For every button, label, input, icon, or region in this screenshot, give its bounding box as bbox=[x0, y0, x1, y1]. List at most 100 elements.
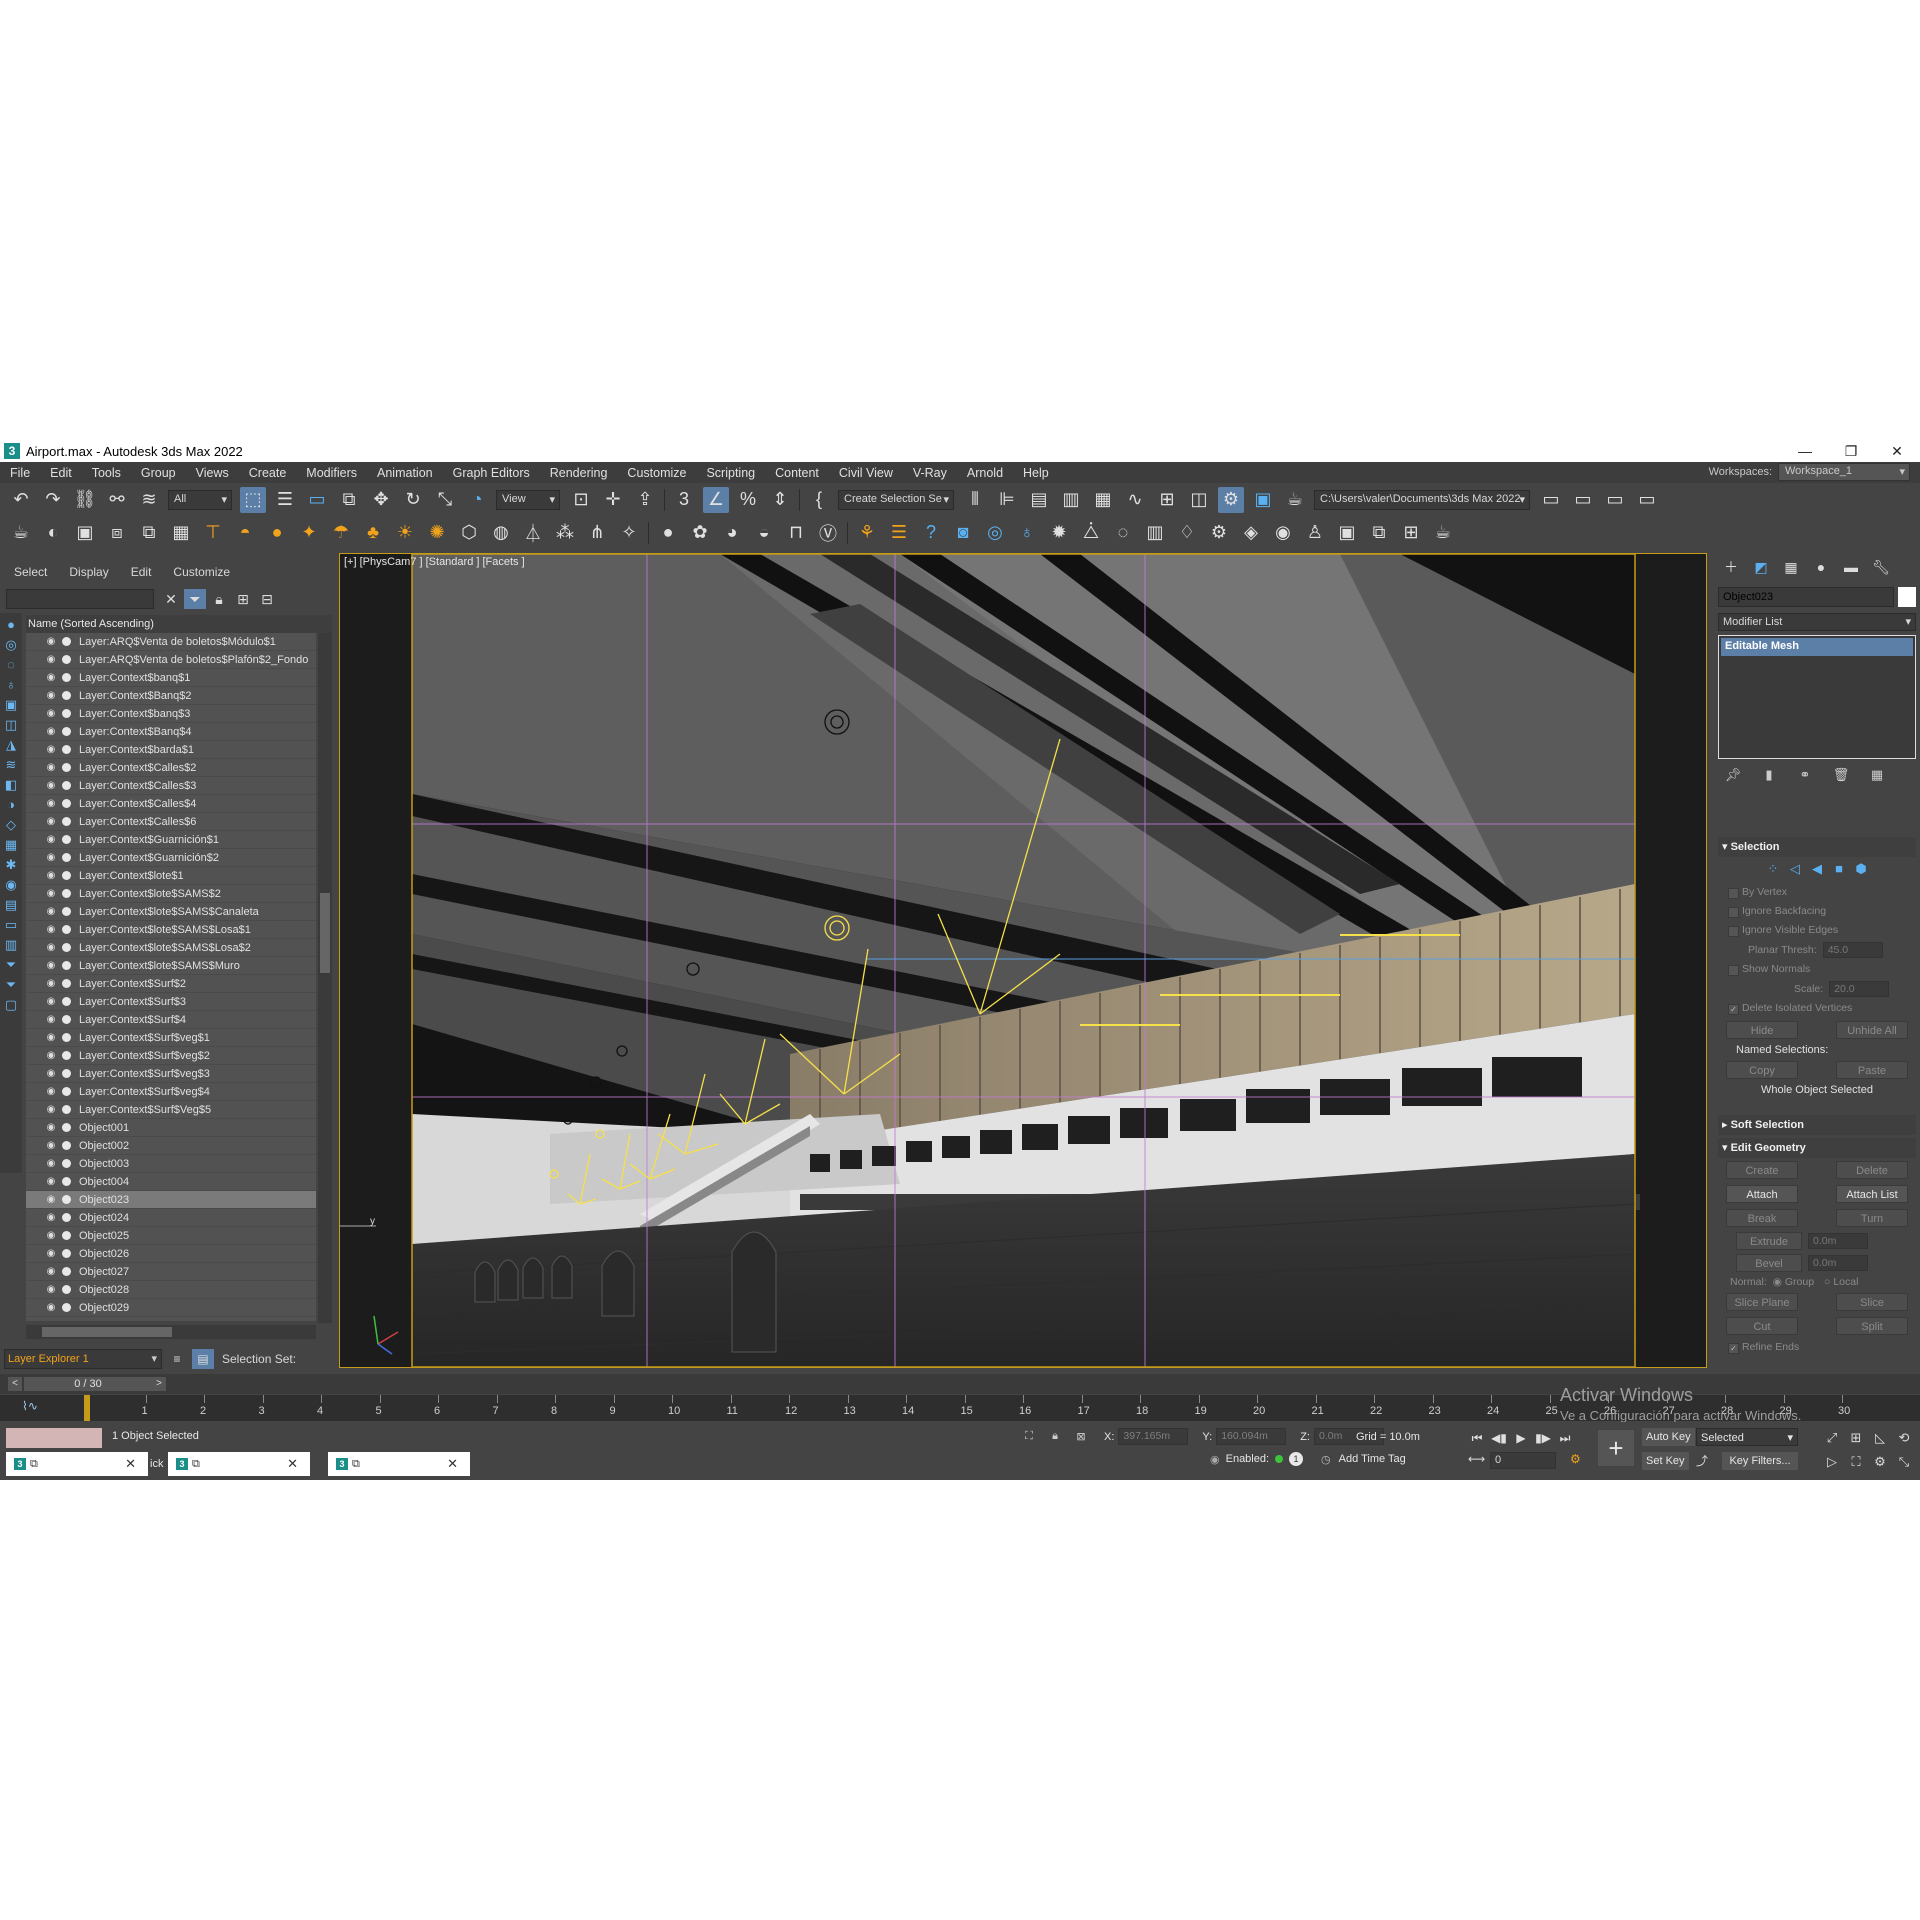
explorer-row[interactable]: ◉ Layer:Context$lote$SAMS$Muro bbox=[26, 957, 316, 975]
arnold-light-icon[interactable]: ⚘ bbox=[854, 520, 880, 546]
visibility-eye-icon[interactable]: ◉ bbox=[44, 795, 58, 813]
make-unique-icon[interactable]: ⚭ bbox=[1794, 767, 1816, 787]
explorer-row[interactable]: ◉ Layer:Context$barda$1 bbox=[26, 741, 316, 759]
visibility-eye-icon[interactable]: ◉ bbox=[44, 1137, 58, 1155]
explorer-row[interactable]: ◉ Layer:Context$Banq$4 bbox=[26, 723, 316, 741]
arnold-photometric-icon[interactable]: ⧊ bbox=[1078, 520, 1104, 546]
selection-lock-icon[interactable]: 🔒︎ bbox=[1046, 1430, 1064, 1443]
next-frame-arrow-icon[interactable]: > bbox=[152, 1377, 166, 1391]
visibility-eye-icon[interactable]: ◉ bbox=[44, 1065, 58, 1083]
extrude-button[interactable]: Extrude bbox=[1736, 1232, 1802, 1250]
walk-through-icon[interactable]: ⛶ bbox=[1844, 1450, 1868, 1474]
workspace-dropdown[interactable]: Workspace_1 bbox=[1778, 463, 1910, 481]
modifier-list-dropdown[interactable]: Modifier List bbox=[1718, 613, 1916, 631]
layers-hierarchy-icon[interactable]: ⊟ bbox=[256, 589, 278, 609]
material-editor-icon[interactable]: ◫ bbox=[1186, 487, 1212, 513]
display-helpers-icon[interactable]: ◫ bbox=[3, 717, 19, 733]
vray-toolbar-icon[interactable]: ◐ bbox=[40, 520, 66, 546]
explorer-row[interactable]: ◉ Layer:Context$Calles$6 bbox=[26, 813, 316, 831]
explorer-row[interactable]: ◉ Object001 bbox=[26, 1119, 316, 1137]
attach-list-button[interactable]: Attach List bbox=[1836, 1185, 1908, 1203]
menu-edit[interactable]: Edit bbox=[40, 466, 82, 480]
menu-rendering[interactable]: Rendering bbox=[540, 466, 618, 480]
scale-icon[interactable]: ⤡ bbox=[432, 487, 458, 513]
explorer-menu-select[interactable]: Select bbox=[0, 565, 55, 579]
explorer-row[interactable]: ◉ Layer:Context$Surf$2 bbox=[26, 975, 316, 993]
arnold-physical-camera-icon[interactable]: ◎ bbox=[982, 520, 1008, 546]
visibility-eye-icon[interactable]: ◉ bbox=[44, 885, 58, 903]
time-config-icon[interactable]: ⟷ bbox=[1468, 1452, 1485, 1466]
rotate-icon[interactable]: ↻ bbox=[400, 487, 426, 513]
arnold-ipr-icon[interactable]: ⧉ bbox=[1366, 520, 1392, 546]
display-none-icon[interactable]: ▭ bbox=[3, 917, 19, 933]
arnold-volume-icon[interactable]: ♢ bbox=[1174, 520, 1200, 546]
arnold-gobo-icon[interactable]: ▥ bbox=[1142, 520, 1168, 546]
restore-button[interactable]: ❐ bbox=[1828, 440, 1874, 462]
explorer-row[interactable]: ◉ Object002 bbox=[26, 1137, 316, 1155]
visibility-eye-icon[interactable]: ◉ bbox=[44, 813, 58, 831]
y-coordinate-field[interactable]: 160.094m bbox=[1216, 1428, 1287, 1445]
zoom-extents-icon[interactable]: ⚙ bbox=[1868, 1450, 1892, 1474]
previous-frame-icon[interactable]: ◀▮ bbox=[1488, 1428, 1510, 1448]
arnold-crop-icon[interactable]: ⊞ bbox=[1398, 520, 1424, 546]
freeze-toggle-icon[interactable] bbox=[62, 637, 71, 646]
keyboard-shortcut-icon[interactable]: ⇪ bbox=[632, 487, 658, 513]
menu-create[interactable]: Create bbox=[239, 466, 297, 480]
freeze-toggle-icon[interactable] bbox=[62, 1015, 71, 1024]
explorer-search-input[interactable] bbox=[6, 589, 154, 609]
explorer-row[interactable]: ◉ Layer:ARQ$Venta de boletos$Plafón$2_Fon… bbox=[26, 651, 316, 669]
display-frozen-icon[interactable]: ▦ bbox=[3, 837, 19, 853]
filter-funnel-icon[interactable]: ⏷ bbox=[3, 957, 19, 973]
modify-tab-icon[interactable]: ◩ bbox=[1748, 555, 1774, 579]
vray-light-lister-icon[interactable]: ✺ bbox=[424, 520, 450, 546]
explorer-row[interactable]: ◉ Layer:Context$Guarnición$1 bbox=[26, 831, 316, 849]
move-icon[interactable]: ✥ bbox=[368, 487, 394, 513]
orbit-icon[interactable]: ⟲ bbox=[1892, 1426, 1916, 1450]
display-groups-icon[interactable]: ≋ bbox=[3, 757, 19, 773]
remove-modifier-icon[interactable]: 🗑︎ bbox=[1830, 767, 1852, 787]
rect-selection-icon[interactable]: ▭ bbox=[304, 487, 330, 513]
menu-help[interactable]: Help bbox=[1013, 466, 1059, 480]
freeze-toggle-icon[interactable] bbox=[62, 1213, 71, 1222]
clear-search-icon[interactable]: ✕ bbox=[160, 589, 182, 609]
freeze-toggle-icon[interactable] bbox=[62, 1087, 71, 1096]
explorer-row[interactable]: ◉ Object030 bbox=[26, 1317, 316, 1321]
motion-tab-icon[interactable]: ● bbox=[1808, 555, 1834, 579]
maximize-viewport-icon[interactable]: ⤡ bbox=[1892, 1450, 1916, 1474]
ignore-visible-edges-checkbox[interactable]: Ignore Visible Edges bbox=[1718, 921, 1916, 940]
element-mode-icon[interactable]: ⬢ bbox=[1850, 861, 1872, 879]
display-invert-icon[interactable]: ▥ bbox=[3, 937, 19, 953]
vray-proxy-icon[interactable]: ⬡ bbox=[456, 520, 482, 546]
freeze-toggle-icon[interactable] bbox=[62, 1069, 71, 1078]
freeze-toggle-icon[interactable] bbox=[62, 745, 71, 754]
freeze-toggle-icon[interactable] bbox=[62, 763, 71, 772]
render-setup-icon[interactable]: ⚙ bbox=[1218, 486, 1244, 513]
set-key-button[interactable]: Set Key bbox=[1642, 1452, 1689, 1470]
freeze-toggle-icon[interactable] bbox=[62, 1105, 71, 1114]
visibility-eye-icon[interactable]: ◉ bbox=[44, 1011, 58, 1029]
vray-logo-icon[interactable]: Ⓥ bbox=[815, 520, 841, 546]
explorer-row[interactable]: ◉ Layer:ARQ$Venta de boletos$Módulo$1 bbox=[26, 633, 316, 651]
visibility-eye-icon[interactable]: ◉ bbox=[44, 975, 58, 993]
freeze-toggle-icon[interactable] bbox=[62, 1159, 71, 1168]
new-project-icon[interactable]: ▭ bbox=[1602, 487, 1628, 513]
ignore-backfacing-checkbox[interactable]: Ignore Backfacing bbox=[1718, 902, 1916, 921]
field-of-view-icon[interactable]: ◺ bbox=[1868, 1426, 1892, 1450]
hide-button[interactable]: Hide bbox=[1726, 1021, 1798, 1039]
vray-plane-icon[interactable]: ⏃ bbox=[520, 520, 546, 546]
arnold-help-icon[interactable]: ? bbox=[918, 520, 944, 546]
vray-sphere-light-icon[interactable]: ● bbox=[264, 520, 290, 546]
visibility-eye-icon[interactable]: ◉ bbox=[44, 741, 58, 759]
time-slider[interactable]: < 0 / 30 > bbox=[0, 1374, 1920, 1394]
key-mode-dropdown[interactable]: Selected bbox=[1696, 1428, 1798, 1447]
display-shapes-icon[interactable]: ◌ bbox=[3, 657, 19, 673]
isolate-selection-icon[interactable]: ⛶ bbox=[1020, 1430, 1038, 1443]
display-xrefs-icon[interactable]: ◧ bbox=[3, 777, 19, 793]
arnold-render-view-icon[interactable]: ☰ bbox=[886, 520, 912, 546]
select-object-icon[interactable]: ⬚ bbox=[240, 486, 266, 513]
project-folder-icon[interactable]: ▭ bbox=[1538, 487, 1564, 513]
display-cameras-icon[interactable]: ▣ bbox=[3, 697, 19, 713]
visibility-eye-icon[interactable]: ◉ bbox=[44, 777, 58, 795]
freeze-toggle-icon[interactable] bbox=[62, 727, 71, 736]
scene-explorer-icon[interactable]: ▦ bbox=[1090, 487, 1116, 513]
